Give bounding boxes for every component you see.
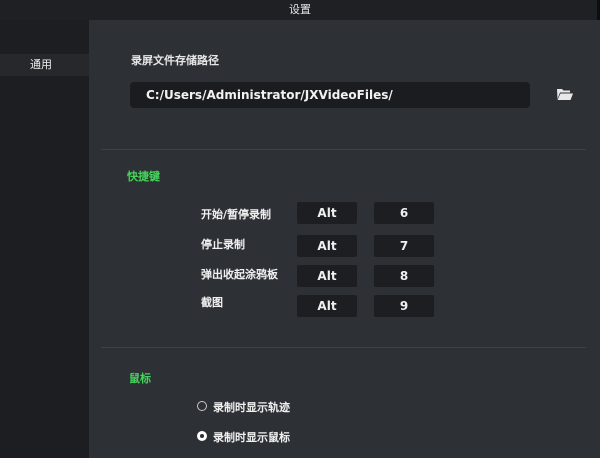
shortcut-modifier-stop[interactable]: Alt	[297, 235, 357, 257]
radio-show-trail[interactable]	[197, 401, 207, 411]
shortcut-label-start-pause: 开始/暂停录制	[201, 208, 272, 221]
shortcut-label-doodle: 弹出收起涂鸦板	[201, 268, 278, 281]
storage-path-field[interactable]: C:/Users/Administrator/JXVideoFiles/	[130, 82, 530, 108]
radio-label-show-cursor[interactable]: 录制时显示鼠标	[213, 429, 290, 445]
section-divider	[101, 149, 586, 150]
shortcut-modifier-start-pause[interactable]: Alt	[297, 202, 357, 224]
shortcut-key-start-pause[interactable]: 6	[374, 202, 434, 224]
shortcut-modifier-screenshot[interactable]: Alt	[297, 295, 357, 317]
shortcut-key-doodle[interactable]: 8	[374, 265, 434, 287]
radio-label-show-trail[interactable]: 录制时显示轨迹	[213, 399, 290, 415]
storage-path-title: 录屏文件存储路径	[131, 54, 219, 67]
shortcut-key-stop[interactable]: 7	[374, 235, 434, 257]
shortcut-label-screenshot: 截图	[201, 296, 223, 309]
shortcut-label-stop: 停止录制	[201, 238, 245, 251]
shortcut-key-screenshot[interactable]: 9	[374, 295, 434, 317]
shortcuts-title: 快捷键	[127, 170, 160, 183]
folder-open-icon[interactable]	[556, 86, 574, 102]
settings-panel: 录屏文件存储路径 C:/Users/Administrator/JXVideoF…	[89, 20, 600, 458]
sidebar-item-general[interactable]: 通用	[0, 54, 89, 76]
sidebar: 通用	[0, 20, 89, 458]
mouse-title: 鼠标	[129, 372, 151, 385]
radio-show-cursor[interactable]	[197, 431, 207, 441]
window-title: 设置	[0, 0, 600, 20]
section-divider	[101, 347, 586, 348]
shortcut-modifier-doodle[interactable]: Alt	[297, 265, 357, 287]
